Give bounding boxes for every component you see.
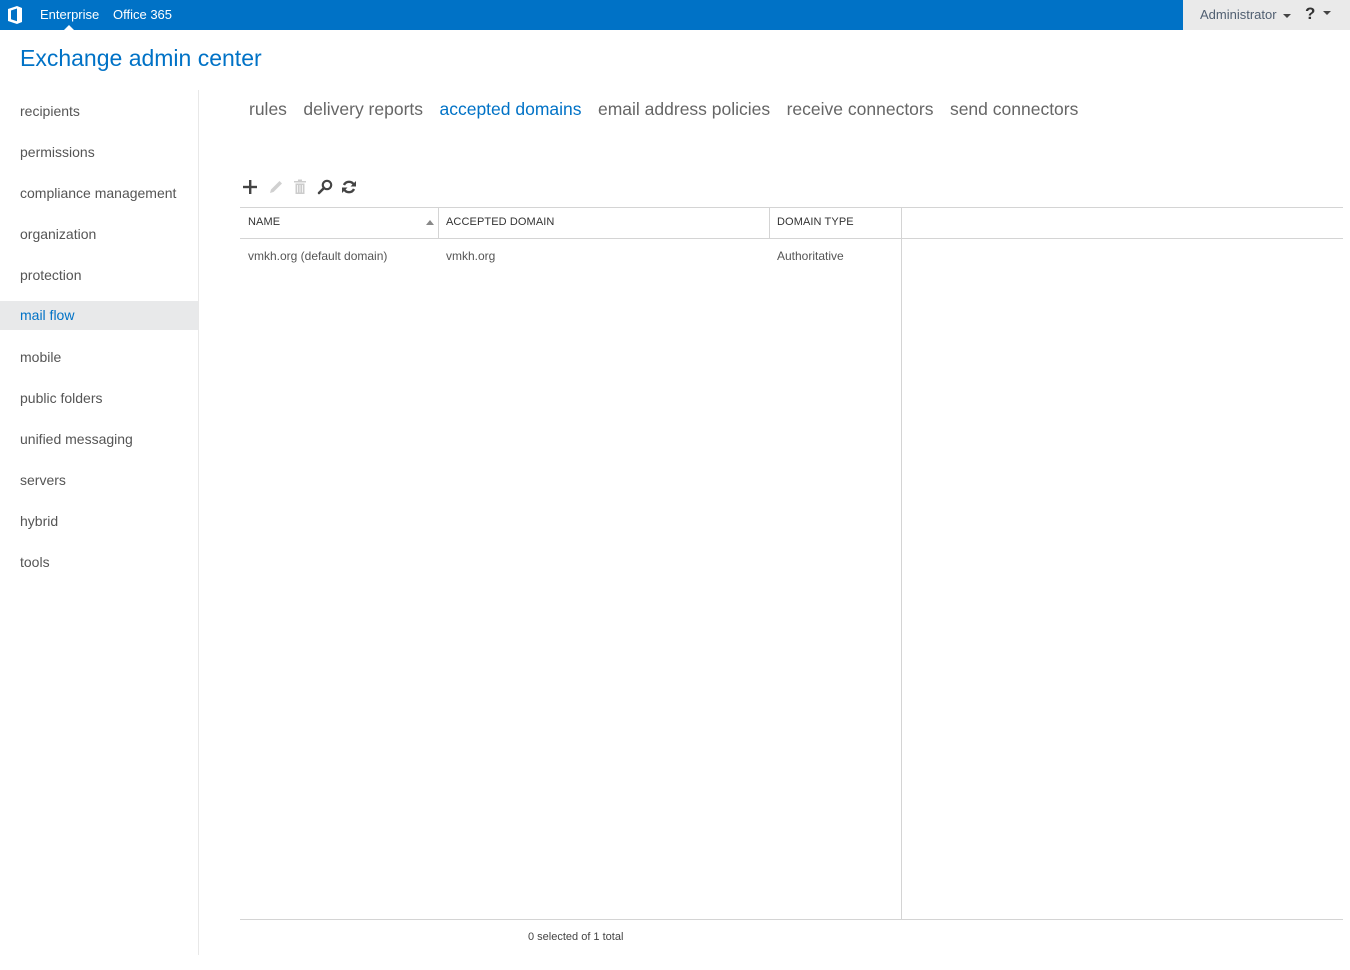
search-icon	[317, 179, 333, 195]
sidebar-item-unified-messaging[interactable]: unified messaging	[0, 425, 198, 453]
cell-domain-type: Authoritative	[777, 249, 844, 263]
edit-icon	[270, 181, 282, 193]
cell-accepted-domain: vmkh.org	[446, 249, 496, 263]
tab-send-connectors[interactable]: send connectors	[950, 99, 1078, 120]
refresh-button[interactable]	[339, 176, 359, 198]
details-pane-divider[interactable]	[901, 207, 902, 919]
add-button[interactable]	[240, 176, 260, 198]
sidebar-item-mobile[interactable]: mobile	[0, 343, 198, 371]
top-nav-bar: Enterprise Office 365 Administrator ?	[0, 0, 1350, 30]
column-header-name[interactable]: NAME	[240, 207, 438, 238]
active-link-pointer	[64, 25, 74, 30]
table-row[interactable]: vmkh.org (default domain) vmkh.org Autho…	[240, 239, 901, 273]
sidebar-item-servers[interactable]: servers	[0, 466, 198, 494]
user-menu[interactable]: Administrator	[1200, 7, 1291, 22]
tab-delivery-reports[interactable]: delivery reports	[303, 99, 423, 120]
office-logo-icon[interactable]	[7, 6, 23, 24]
delete-icon	[294, 179, 306, 194]
delete-button[interactable]	[290, 176, 310, 198]
chevron-down-icon	[1282, 13, 1291, 18]
accepted-domains-grid: NAME ACCEPTED DOMAIN DOMAIN TYPE vmkh.or…	[240, 207, 1343, 920]
sidebar-item-hybrid[interactable]: hybrid	[0, 507, 198, 535]
sidebar-item-compliance-management[interactable]: compliance management	[0, 179, 198, 207]
chevron-down-icon	[1323, 11, 1332, 15]
tab-rules[interactable]: rules	[249, 99, 287, 120]
grid-bottom-border	[240, 919, 1343, 920]
edit-button[interactable]	[266, 176, 286, 198]
sidebar-item-permissions[interactable]: permissions	[0, 138, 198, 166]
help-icon: ?	[1305, 4, 1316, 23]
user-area: Administrator ?	[1183, 0, 1350, 30]
add-icon	[243, 180, 257, 194]
sidebar: recipients permissions compliance manage…	[0, 90, 199, 955]
nav-link-enterprise[interactable]: Enterprise	[40, 7, 99, 22]
sidebar-item-recipients[interactable]: recipients	[0, 97, 198, 125]
tab-receive-connectors[interactable]: receive connectors	[787, 99, 934, 120]
column-header-domain-type[interactable]: DOMAIN TYPE	[769, 207, 901, 238]
sidebar-item-tools[interactable]: tools	[0, 548, 198, 576]
mail-flow-tabs: rules delivery reports accepted domains …	[249, 99, 1090, 123]
help-menu[interactable]: ?	[1305, 4, 1332, 24]
sort-ascending-icon	[426, 220, 434, 225]
page-title: Exchange admin center	[20, 45, 262, 71]
tab-email-address-policies[interactable]: email address policies	[598, 99, 770, 120]
nav-link-office-365[interactable]: Office 365	[113, 7, 172, 22]
cell-name: vmkh.org (default domain)	[248, 249, 388, 263]
tab-accepted-domains[interactable]: accepted domains	[439, 99, 581, 120]
column-header-accepted-domain[interactable]: ACCEPTED DOMAIN	[438, 207, 769, 238]
refresh-icon	[342, 180, 356, 194]
selection-status: 0 selected of 1 total	[528, 931, 624, 943]
sidebar-item-organization[interactable]: organization	[0, 220, 198, 248]
column-header-name-label: NAME	[248, 216, 281, 228]
sidebar-item-mail-flow[interactable]: mail flow	[0, 301, 198, 330]
user-name: Administrator	[1200, 7, 1277, 22]
search-button[interactable]	[315, 176, 335, 198]
sidebar-item-protection[interactable]: protection	[0, 261, 198, 289]
sidebar-item-public-folders[interactable]: public folders	[0, 384, 198, 412]
